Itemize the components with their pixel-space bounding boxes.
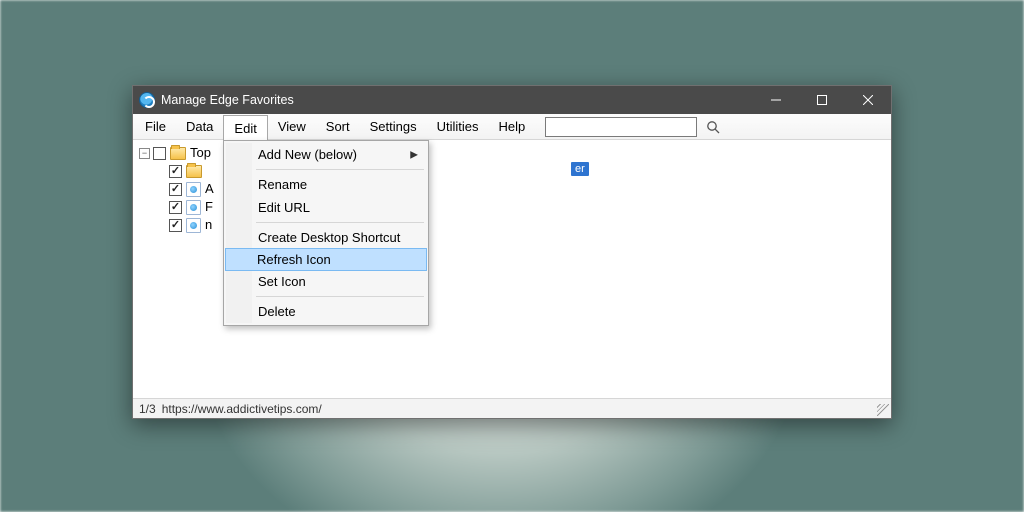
tree-item[interactable]: F xyxy=(139,198,214,216)
menu-separator xyxy=(256,169,424,170)
checkbox[interactable] xyxy=(153,147,166,160)
edit-dropdown: Add New (below) ▶ Rename Edit URL Create… xyxy=(223,140,429,326)
favorite-icon xyxy=(186,218,201,233)
tree-item[interactable]: n xyxy=(139,216,214,234)
menu-label: Set Icon xyxy=(258,274,306,289)
menubar: File Data Edit View Sort Settings Utilit… xyxy=(133,114,891,140)
menu-view[interactable]: View xyxy=(268,114,316,139)
menu-sort[interactable]: Sort xyxy=(316,114,360,139)
menu-delete[interactable]: Delete xyxy=(226,300,426,323)
menu-create-shortcut[interactable]: Create Desktop Shortcut xyxy=(226,226,426,249)
tree-item[interactable] xyxy=(139,162,214,180)
titlebar[interactable]: Manage Edge Favorites xyxy=(133,86,891,114)
checkbox[interactable] xyxy=(169,219,182,232)
folder-icon xyxy=(186,165,202,178)
menu-label: Rename xyxy=(258,177,307,192)
maximize-button[interactable] xyxy=(799,86,845,114)
menu-add-new[interactable]: Add New (below) ▶ xyxy=(226,143,426,166)
menu-refresh-icon[interactable]: Refresh Icon xyxy=(225,248,427,271)
search-button[interactable] xyxy=(701,114,725,139)
menu-set-icon[interactable]: Set Icon xyxy=(226,270,426,293)
window-title: Manage Edge Favorites xyxy=(161,93,294,107)
tree-label: n xyxy=(205,216,212,234)
menu-label: Edit URL xyxy=(258,200,310,215)
favorite-icon xyxy=(186,200,201,215)
tree-item[interactable]: A xyxy=(139,180,214,198)
submenu-arrow-icon: ▶ xyxy=(410,149,418,160)
search-input[interactable] xyxy=(545,117,697,137)
menu-label: Delete xyxy=(258,304,296,319)
menu-separator xyxy=(256,222,424,223)
status-counter: 1/3 xyxy=(139,402,156,416)
menu-label: Refresh Icon xyxy=(257,252,331,267)
favorite-icon xyxy=(186,182,201,197)
folder-icon xyxy=(170,147,186,160)
collapse-icon[interactable]: − xyxy=(139,148,150,159)
menu-settings[interactable]: Settings xyxy=(360,114,427,139)
menu-data[interactable]: Data xyxy=(176,114,223,139)
menu-edit-url[interactable]: Edit URL xyxy=(226,196,426,219)
maximize-icon xyxy=(817,95,827,105)
menu-help[interactable]: Help xyxy=(489,114,536,139)
favorites-tree[interactable]: − Top A F n xyxy=(139,144,214,234)
menu-rename[interactable]: Rename xyxy=(226,173,426,196)
minimize-icon xyxy=(771,95,781,105)
content-area: − Top A F n xyxy=(133,140,891,398)
search-icon xyxy=(706,120,720,134)
tree-label: F xyxy=(205,198,213,216)
checkbox[interactable] xyxy=(169,183,182,196)
menu-label: Add New (below) xyxy=(258,147,357,162)
menu-edit[interactable]: Edit xyxy=(223,115,267,141)
menu-utilities[interactable]: Utilities xyxy=(427,114,489,139)
menu-file[interactable]: File xyxy=(135,114,176,139)
tree-label: A xyxy=(205,180,214,198)
menu-label: Create Desktop Shortcut xyxy=(258,230,400,245)
tree-root[interactable]: − Top xyxy=(139,144,214,162)
statusbar: 1/3 https://www.addictivetips.com/ xyxy=(133,398,891,418)
close-button[interactable] xyxy=(845,86,891,114)
status-url: https://www.addictivetips.com/ xyxy=(162,402,322,416)
tree-label: Top xyxy=(190,144,211,162)
selection-fragment: er xyxy=(571,162,589,176)
app-window: Manage Edge Favorites File Data Edit Vie… xyxy=(132,85,892,419)
checkbox[interactable] xyxy=(169,165,182,178)
app-icon xyxy=(139,92,155,108)
checkbox[interactable] xyxy=(169,201,182,214)
close-icon xyxy=(863,95,873,105)
minimize-button[interactable] xyxy=(753,86,799,114)
resize-grip-icon[interactable] xyxy=(877,404,889,416)
menu-separator xyxy=(256,296,424,297)
